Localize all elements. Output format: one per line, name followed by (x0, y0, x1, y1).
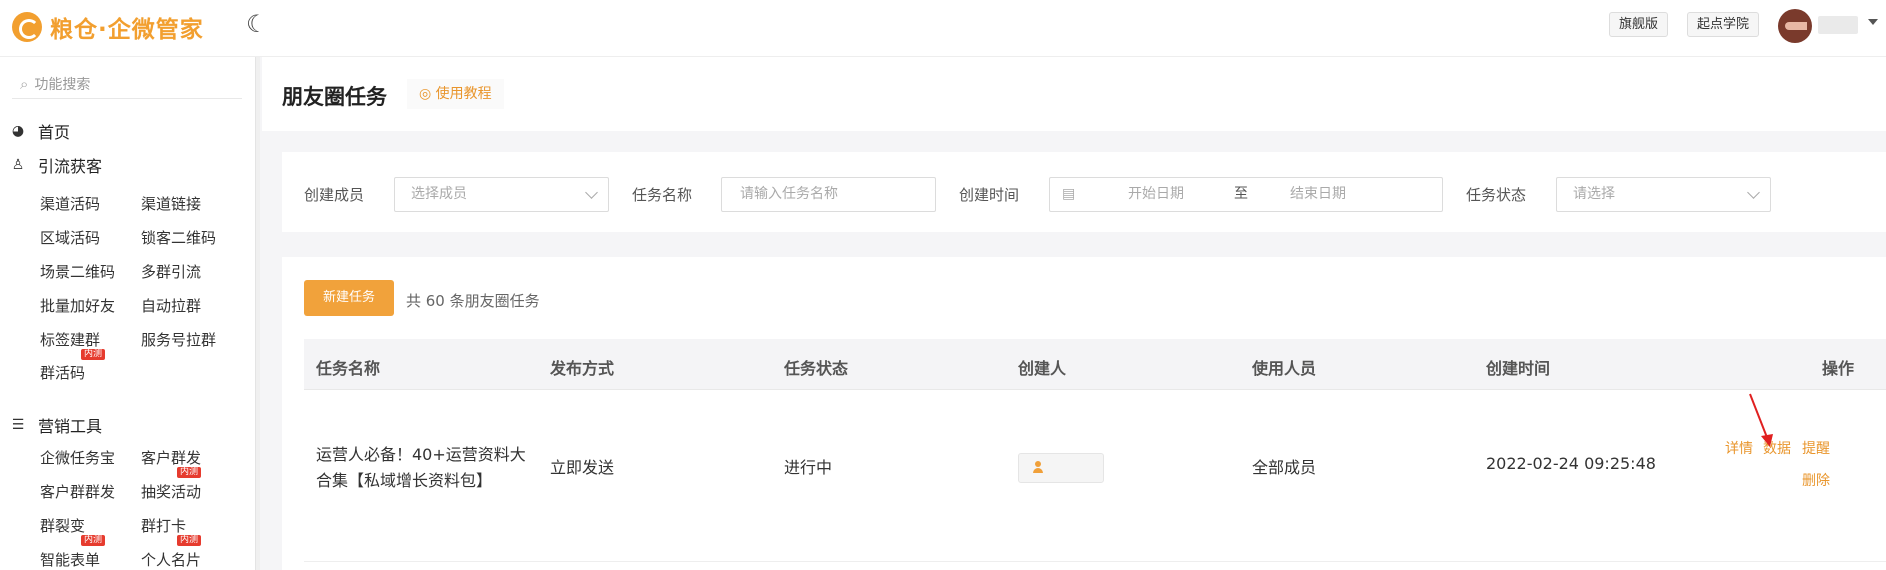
sidebar: ⌕ 功能搜索 ◕ 首页 ♙ 引流获客 渠道活码 渠道链接 区域活码 锁客二维码 … (0, 57, 256, 570)
sidebar-section-marketing[interactable]: ☰ 营销工具 (10, 413, 102, 437)
user-icon: ♙ (11, 157, 25, 173)
column-header: 操作 (1822, 359, 1855, 378)
search-placeholder: 功能搜索 (34, 76, 91, 93)
created-time-label: 创建时间 (959, 186, 1020, 204)
task-status-select[interactable]: 请选择 (1556, 177, 1771, 212)
creator-label: 创建成员 (304, 186, 365, 204)
table-row: 运营人必备！40+运营资料大 合集【私域增长资料包】 立即发送 进行中 全部成员… (304, 390, 1886, 562)
delete-link[interactable]: 删除 (1802, 470, 1830, 490)
new-task-button[interactable]: 新建任务 (304, 280, 394, 316)
beta-badge: 内测 (81, 349, 106, 360)
sidebar-item-multi-group[interactable]: 多群引流 (141, 261, 201, 282)
avatar[interactable] (1778, 9, 1812, 43)
sidebar-item-smart-form[interactable]: 智能表单 (40, 549, 100, 570)
flagship-button[interactable]: 旗舰版 (1609, 12, 1669, 37)
task-name-line: 合集【私域增长资料包】 (316, 471, 493, 490)
column-header: 任务状态 (784, 359, 849, 378)
sidebar-item-task-treasure[interactable]: 企微任务宝 (40, 447, 115, 468)
app-logo[interactable]: 粮仓·企微管家 (12, 10, 204, 44)
chevron-down-icon (1747, 186, 1760, 199)
sidebar-item-tag-group[interactable]: 标签建群 (40, 329, 100, 350)
creator-select[interactable]: 选择成员 (394, 177, 609, 212)
moon-icon[interactable]: ☾ (246, 10, 268, 38)
sidebar-item-lottery[interactable]: 抽奖活动 (141, 481, 201, 502)
publish-method: 立即发送 (550, 458, 615, 477)
sidebar-item-customer-broadcast[interactable]: 客户群发 (141, 447, 201, 468)
column-header: 发布方式 (550, 359, 615, 378)
person-icon (1033, 461, 1043, 474)
sidebar-item-group-qr[interactable]: 群活码 (40, 362, 85, 383)
sidebar-section-label: 引流获客 (38, 157, 103, 176)
logo-text: 粮仓·企微管家 (50, 17, 204, 43)
top-bar: 粮仓·企微管家 ☾ 旗舰版 起点学院 (0, 0, 1886, 57)
sidebar-item-channel-link[interactable]: 渠道链接 (141, 193, 201, 214)
status-placeholder: 请选择 (1573, 186, 1615, 202)
date-range-picker[interactable]: ▤ 开始日期 至 结束日期 (1049, 177, 1443, 212)
task-status-label: 任务状态 (1466, 186, 1527, 204)
sidebar-item-label: 首页 (38, 123, 71, 142)
created-time: 2022-02-24 09:25:48 (1486, 454, 1656, 473)
creator-chip (1018, 453, 1104, 483)
sidebar-item-batch-add[interactable]: 批量加好友 (40, 295, 115, 316)
toolbox-icon: ☰ (11, 417, 25, 433)
task-name-line: 运营人必备！40+运营资料大 (316, 445, 526, 464)
range-separator: 至 (1234, 186, 1248, 202)
sidebar-item-lock-qr[interactable]: 锁客二维码 (141, 227, 216, 248)
task-status: 进行中 (784, 458, 833, 477)
sidebar-item-scene-qr[interactable]: 场景二维码 (40, 261, 115, 282)
page-title: 朋友圈任务 (282, 85, 387, 109)
sidebar-item-service-group[interactable]: 服务号拉群 (141, 329, 216, 350)
task-name-label: 任务名称 (632, 186, 693, 204)
sidebar-item-home[interactable]: ◕ 首页 (10, 119, 70, 143)
sidebar-item-group-broadcast[interactable]: 客户群群发 (40, 481, 115, 502)
tutorial-link[interactable]: ◎ 使用教程 (407, 79, 504, 109)
creator-placeholder: 选择成员 (411, 186, 467, 202)
tutorial-label: 使用教程 (435, 86, 492, 102)
academy-button[interactable]: 起点学院 (1687, 12, 1760, 37)
column-header: 创建人 (1018, 359, 1067, 378)
sidebar-item-channel-qr[interactable]: 渠道活码 (40, 193, 100, 214)
beta-badge: 内测 (177, 467, 202, 478)
chevron-down-icon (585, 186, 598, 199)
table-header: 任务名称 发布方式 任务状态 创建人 使用人员 创建时间 操作 (304, 339, 1886, 390)
sidebar-item-group-checkin[interactable]: 群打卡 (141, 515, 186, 536)
beta-badge: 内测 (177, 535, 202, 546)
beta-badge: 内测 (81, 535, 106, 546)
task-name-placeholder: 请输入任务名称 (740, 186, 838, 202)
search-icon: ⌕ (20, 74, 29, 93)
end-date-input[interactable]: 结束日期 (1290, 178, 1346, 211)
sidebar-scrollbar[interactable] (256, 57, 260, 570)
sidebar-item-business-card[interactable]: 个人名片 (141, 549, 201, 570)
dashboard-icon: ◕ (11, 123, 25, 139)
task-name-input[interactable]: 请输入任务名称 (721, 177, 936, 212)
annotation-arrow-icon (1749, 393, 1773, 447)
sidebar-item-group-fission[interactable]: 群裂变 (40, 515, 85, 536)
users: 全部成员 (1252, 458, 1317, 477)
chevron-down-icon[interactable] (1868, 19, 1878, 25)
task-table-panel: 新建任务 共 60 条朋友圈任务 任务名称 发布方式 任务状态 创建人 使用人员… (282, 257, 1886, 570)
sidebar-item-auto-group[interactable]: 自动拉群 (141, 295, 201, 316)
page-header: 朋友圈任务 ◎ 使用教程 (262, 57, 1886, 131)
function-search-input[interactable]: ⌕ 功能搜索 (12, 69, 242, 99)
start-date-input[interactable]: 开始日期 (1128, 178, 1184, 211)
column-header: 任务名称 (316, 359, 381, 378)
logo-icon (12, 12, 42, 42)
column-header: 创建时间 (1486, 359, 1551, 378)
sidebar-item-region-qr[interactable]: 区域活码 (40, 227, 100, 248)
filter-panel: 创建成员 选择成员 任务名称 请输入任务名称 创建时间 ▤ 开始日期 至 结束日… (282, 152, 1886, 232)
remind-link[interactable]: 提醒 (1802, 438, 1830, 458)
sidebar-section-acquisition[interactable]: ♙ 引流获客 (10, 153, 102, 177)
user-name-redacted[interactable] (1818, 16, 1858, 34)
task-count: 共 60 条朋友圈任务 (406, 292, 540, 310)
calendar-icon: ▤ (1062, 186, 1076, 202)
column-header: 使用人员 (1252, 359, 1317, 378)
play-icon: ◎ (419, 86, 432, 102)
sidebar-section-label: 营销工具 (38, 417, 103, 436)
